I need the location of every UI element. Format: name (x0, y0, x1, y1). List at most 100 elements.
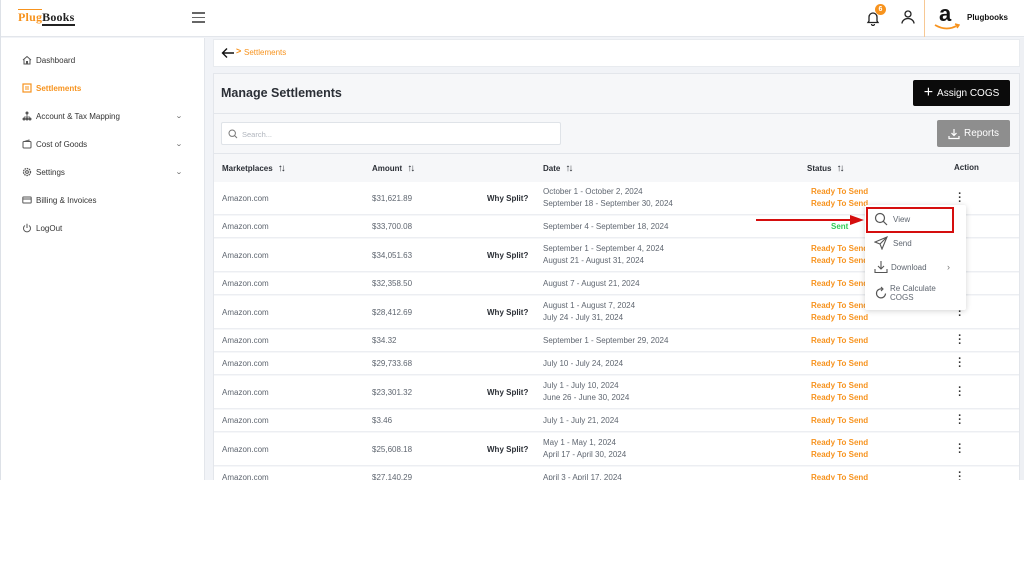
marketplace-cell: Amazon.com (222, 250, 269, 260)
sidebar-item-label: Settlements (36, 83, 82, 93)
power-icon (23, 223, 31, 233)
menu-item-download[interactable]: Download › (865, 256, 966, 278)
app-window: PlugBooks 6 a Plugbooks Dashboard Settle… (0, 0, 1024, 480)
marketplace-cell: Amazon.com (222, 416, 269, 425)
date-range: September 4 - September 18, 2024 (543, 222, 669, 231)
date-cell: April 3 - April 17, 2024 (543, 472, 622, 480)
status-badge: Ready To Send (811, 244, 869, 253)
chevron-down-icon: ⌄ (175, 113, 183, 120)
why-split-link[interactable]: Why Split? (487, 194, 528, 203)
marketplace-cell: Amazon.com (222, 279, 269, 288)
sidebar-item-label: Cost of Goods (36, 139, 88, 149)
date-cell: September 1 - September 29, 2024 (543, 335, 668, 347)
status-cell: Ready To Send Ready To Send (811, 437, 868, 461)
sidebar-item-account-tax-mapping[interactable]: Account & Tax Mapping ⌄ (1, 104, 205, 128)
sidebar-item-dashboard[interactable]: Dashboard (1, 48, 205, 72)
table-row: Amazon.com $3.46 July 1 - July 21, 2024 Rea… (214, 410, 1019, 432)
column-header-date[interactable]: Date ↑↓ (543, 163, 573, 174)
sidebar-item-settings[interactable]: Settings ⌄ (1, 160, 205, 184)
why-split-link[interactable]: Why Split? (487, 251, 528, 260)
why-split-link[interactable]: Why Split? (487, 388, 528, 397)
sort-icon: ↑↓ (836, 163, 844, 174)
column-header-marketplaces[interactable]: Marketplaces ↑↓ (222, 163, 286, 174)
sidebar-item-cost-of-goods[interactable]: Cost of Goods ⌄ (1, 132, 205, 156)
hierarchy-icon (22, 111, 32, 121)
sidebar-item-label: LogOut (36, 223, 63, 233)
marketplace-cell: Amazon.com (222, 473, 269, 480)
amount-cell: $34,051.63 (372, 250, 413, 260)
date-cell: May 1 - May 1, 2024 April 17 - April 30, … (543, 437, 626, 461)
menu-item-view[interactable]: View (865, 208, 966, 230)
status-cell: Ready To Send (811, 335, 868, 347)
sidebar-item-label: Billing & Invoices (36, 195, 97, 205)
menu-icon[interactable] (192, 12, 205, 23)
home-icon (22, 55, 32, 65)
table-row: Amazon.com $25,608.18 Why Split? May 1 - Ma… (214, 433, 1019, 466)
amount-cell: $34.32 (372, 336, 397, 345)
topbar-divider (924, 0, 925, 37)
amount-cell: $25,608.18 (372, 444, 413, 454)
date-range: July 1 - July 21, 2024 (543, 416, 619, 425)
marketplace-cell: Amazon.com (222, 444, 269, 454)
status-badge: Ready To Send (811, 359, 869, 368)
menu-item-recalculate-cogs[interactable]: Re Calculate COGS (865, 282, 966, 304)
store-name[interactable]: Plugbooks (967, 13, 1008, 22)
amount-cell: $33,700.08 (372, 222, 413, 231)
menu-item-label: Download (891, 263, 927, 272)
date-range: May 1 - May 1, 2024 (543, 438, 616, 447)
date-range: October 1 - October 2, 2024 (543, 187, 643, 196)
date-range: August 1 - August 7, 2024 (543, 301, 636, 310)
status-badge: Ready To Send (811, 438, 869, 447)
status-cell: Ready To Send Ready To Send (811, 243, 868, 267)
more-options-icon[interactable]: ··· (956, 382, 964, 401)
reports-label: Reports (963, 128, 999, 139)
why-split-link[interactable]: Why Split? (487, 445, 528, 454)
reports-button[interactable]: Reports (937, 120, 1010, 147)
more-options-icon[interactable]: ··· (956, 354, 964, 373)
scrollbar[interactable] (1020, 38, 1024, 480)
back-arrow-icon[interactable] (221, 47, 235, 59)
send-icon (874, 236, 888, 250)
breadcrumb-settlements[interactable]: Settlements (244, 48, 286, 57)
settlements-icon (22, 83, 32, 93)
column-header-status[interactable]: Status ↑↓ (807, 163, 844, 174)
date-range: August 21 - August 31, 2024 (543, 256, 644, 265)
amount-cell: $32,358.50 (372, 279, 413, 288)
amount-cell: $31,621.89 (372, 193, 413, 203)
table-header: Marketplaces ↑↓ Amount ↑↓ Date ↑↓ Status ↑↓ … (214, 154, 1019, 182)
table-row: Amazon.com $29,733.68 July 10 - July 24, 2… (214, 353, 1019, 375)
status-cell: Ready To Send (811, 415, 868, 427)
sidebar: Dashboard Settlements Account & Tax Mapp… (1, 38, 205, 480)
download-icon (948, 128, 960, 139)
marketplace-cell: Amazon.com (222, 359, 269, 368)
sidebar-item-label: Account & Tax Mapping (36, 111, 120, 121)
date-cell: September 4 - September 18, 2024 (543, 221, 668, 233)
user-icon[interactable] (900, 9, 916, 25)
marketplace-cell: Amazon.com (222, 193, 269, 203)
sidebar-item-billing-invoices[interactable]: Billing & Invoices (1, 188, 205, 212)
date-cell: July 1 - July 21, 2024 (543, 415, 619, 427)
column-header-amount[interactable]: Amount ↑↓ (372, 163, 415, 174)
menu-item-label: Re Calculate COGS (890, 284, 936, 302)
date-range: June 26 - June 30, 2024 (543, 393, 630, 402)
more-options-icon[interactable]: ··· (956, 188, 964, 207)
assign-cogs-button[interactable]: + Assign COGS (913, 80, 1010, 106)
more-options-icon[interactable]: ··· (956, 439, 964, 458)
amount-cell: $28,412.69 (372, 307, 413, 317)
search-input[interactable]: Search... (221, 122, 561, 145)
sidebar-item-settlements[interactable]: Settlements (1, 76, 205, 100)
status-badge: Ready To Send (811, 187, 869, 196)
sidebar-item-logout[interactable]: LogOut (1, 216, 205, 240)
why-split-link[interactable]: Why Split? (487, 308, 528, 317)
date-range: September 18 - September 30, 2024 (543, 199, 673, 208)
card-icon (22, 196, 32, 204)
menu-item-send[interactable]: Send (865, 232, 966, 254)
wallet-icon (22, 139, 32, 149)
chevron-right-icon: › (947, 262, 950, 272)
plugbooks-logo[interactable]: PlugBooks (18, 9, 75, 26)
more-options-icon[interactable]: ··· (956, 468, 964, 481)
status-badge: Sent (831, 222, 849, 231)
menu-item-label: Send (893, 239, 912, 248)
more-options-icon[interactable]: ··· (956, 331, 964, 350)
more-options-icon[interactable]: ··· (956, 411, 964, 430)
